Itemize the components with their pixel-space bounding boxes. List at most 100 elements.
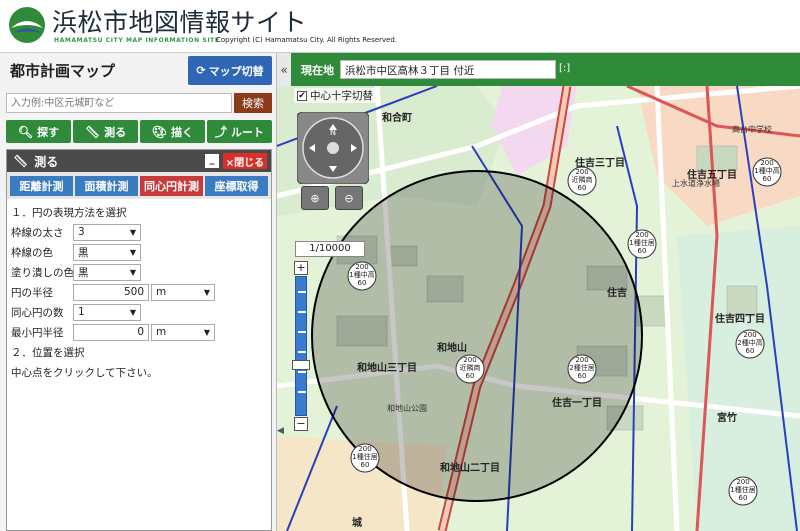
map-switch-button[interactable]: ⟳ マップ切替 — [188, 56, 272, 85]
radius-row: 円の半径 500 m ▼ — [11, 282, 267, 302]
search-icon: 🔍︎ — [17, 124, 34, 139]
map-view[interactable]: 200 近隣商 60 200 1種中高 60 200 1種住居 60 200 1種中高 60 2… — [277, 86, 800, 531]
zoom-out-icon: ⊖ — [344, 191, 354, 205]
line-width-row: 枠線の太さ 3 ▼ — [11, 222, 267, 242]
zone-badge: 2002種住居60 — [567, 354, 597, 384]
svg-text:1種住居: 1種住居 — [629, 238, 654, 247]
svg-text:1種住居: 1種住居 — [730, 485, 755, 494]
count-row: 同心円の数 1 ▼ — [11, 302, 267, 322]
tool-draw-button[interactable]: 🎨︎ 描く — [140, 120, 205, 143]
close-button[interactable]: ×閉じる — [223, 153, 267, 169]
zone-badge: 2002種中高60 — [735, 329, 765, 359]
label-jichi: 和地山二丁目 — [439, 461, 500, 474]
radius-input[interactable]: 500 — [73, 283, 149, 301]
svg-text:200: 200 — [743, 331, 756, 339]
left-panel: 都市計画マップ ⟳ マップ切替 検索 🔍︎ 探す 📏︎ 測る 🎨︎ 描く ⤴ ル… — [0, 53, 277, 531]
tool-measure-label: 測る — [104, 125, 127, 139]
label-takadai: 高台中学校 — [732, 124, 772, 134]
location-field: 浜松市中区高林３丁目 付近 — [340, 60, 556, 79]
label-josui: 上水道浄水場 — [672, 178, 720, 188]
slider-zoom-in-button[interactable]: + — [294, 261, 308, 275]
svg-text:60: 60 — [578, 372, 587, 380]
label-sumiyoshi4: 住吉四丁目 — [715, 312, 765, 325]
refresh-icon: ⟳ — [196, 64, 206, 77]
crosshair-label: 中心十字切替 — [310, 90, 373, 102]
measure-body: １．円の表現方法を選択 枠線の太さ 3 ▼ 枠線の色 黒 ▼ 塗り潰しの色 黒 ▼ 円… — [7, 199, 271, 385]
tab-coordinates[interactable]: 座標取得 — [205, 176, 268, 196]
line-width-select[interactable]: 3 ▼ — [73, 223, 141, 241]
zoom-out-button[interactable]: ⊖ — [335, 186, 363, 210]
caret-down-icon: ▼ — [129, 227, 136, 237]
label-sumiyoshi: 住吉 — [607, 286, 627, 299]
min-radius-label: 最小円半径 — [11, 326, 64, 339]
crosshair-toggle[interactable]: ✔ 中心十字切替 — [294, 88, 376, 103]
svg-text:200: 200 — [760, 159, 773, 167]
tab-concentric[interactable]: 同心円計測 — [140, 176, 203, 196]
svg-text:60: 60 — [578, 184, 587, 192]
svg-text:60: 60 — [739, 494, 748, 502]
svg-text:60: 60 — [466, 372, 475, 380]
instruction-text: 中心点をクリックして下さい。 — [11, 366, 158, 379]
minimize-button[interactable]: _ — [205, 154, 219, 168]
pan-control[interactable]: N — [297, 112, 369, 184]
zone-badge: 2001種中高60 — [347, 261, 377, 291]
min-radius-row: 最小円半径 0 m ▼ — [11, 322, 267, 342]
line-color-select[interactable]: 黒 ▼ — [73, 243, 141, 261]
site-title: 浜松市地図情報サイト — [52, 8, 308, 37]
svg-text:1種中高: 1種中高 — [349, 270, 374, 279]
crosshair-checkbox[interactable]: ✔ — [297, 90, 307, 101]
ruler-icon: 📏︎ — [84, 124, 101, 139]
count-label: 同心円の数 — [11, 306, 64, 319]
expand-icon[interactable]: [:] — [559, 63, 570, 74]
label-wagocho: 和合町 — [381, 111, 412, 124]
search-button[interactable]: 検索 — [234, 93, 272, 113]
caret-down-icon: ▼ — [203, 327, 210, 337]
caret-down-icon: ▼ — [129, 307, 136, 317]
fill-color-row: 塗り潰しの色 黒 ▼ — [11, 262, 267, 282]
measure-title: 測る — [34, 154, 59, 169]
measure-panel: 📏︎ 測る _ ×閉じる 距離計測 面積計測 同心円計測 座標取得 １．円の表現… — [6, 149, 272, 531]
fill-color-value: 黒 — [78, 266, 89, 279]
search-input[interactable] — [6, 93, 232, 113]
zoom-in-button[interactable]: ⊕ — [301, 186, 329, 210]
tool-measure-button[interactable]: 📏︎ 測る — [73, 120, 138, 143]
label-sumiyoshi3: 住吉三丁目 — [575, 156, 625, 169]
side-arrow-icon[interactable]: ◀ — [277, 426, 284, 436]
scale-indicator: 1/10000 — [295, 241, 365, 257]
tool-route-button[interactable]: ⤴ ルート — [207, 120, 272, 143]
tab-area[interactable]: 面積計測 — [75, 176, 138, 196]
zoom-slider[interactable] — [295, 276, 307, 416]
tool-find-label: 探す — [37, 125, 60, 139]
zoom-slider-handle[interactable] — [292, 360, 310, 370]
svg-text:200: 200 — [463, 356, 476, 364]
min-radius-unit-select[interactable]: m ▼ — [151, 323, 215, 341]
svg-text:60: 60 — [358, 279, 367, 287]
radius-unit-select[interactable]: m ▼ — [151, 283, 215, 301]
compass-north: N — [330, 128, 336, 137]
fill-color-select[interactable]: 黒 ▼ — [73, 263, 141, 281]
tab-distance[interactable]: 距離計測 — [10, 176, 73, 196]
min-radius-input[interactable]: 0 — [73, 323, 149, 341]
line-color-label: 枠線の色 — [11, 246, 53, 259]
tool-find-button[interactable]: 🔍︎ 探す — [6, 120, 71, 143]
svg-text:200: 200 — [635, 231, 648, 239]
tool-bar: 🔍︎ 探す 📏︎ 測る 🎨︎ 描く ⤴ ルート — [6, 120, 272, 143]
count-select[interactable]: 1 ▼ — [73, 303, 141, 321]
measure-header: 📏︎ 測る _ ×閉じる — [7, 150, 271, 172]
zone-badge: 2001種住居60 — [627, 229, 657, 259]
tool-route-label: ルート — [231, 125, 264, 139]
caret-down-icon: ▼ — [129, 267, 136, 277]
step1-heading: １．円の表現方法を選択 — [11, 206, 127, 219]
svg-text:200: 200 — [575, 356, 588, 364]
count-value: 1 — [78, 306, 85, 318]
label-wajiyama3: 和地山三丁目 — [356, 361, 417, 374]
collapse-panel-button[interactable]: « — [277, 53, 291, 86]
line-width-label: 枠線の太さ — [11, 226, 64, 239]
route-icon: ⤴ — [214, 125, 227, 139]
slider-zoom-out-button[interactable]: − — [294, 417, 308, 431]
svg-text:60: 60 — [638, 247, 647, 255]
fill-color-label: 塗り潰しの色 — [11, 266, 74, 279]
label-castle: 城 — [352, 516, 362, 529]
step2-heading: ２．位置を選択 — [11, 346, 85, 359]
svg-text:60: 60 — [361, 461, 370, 469]
